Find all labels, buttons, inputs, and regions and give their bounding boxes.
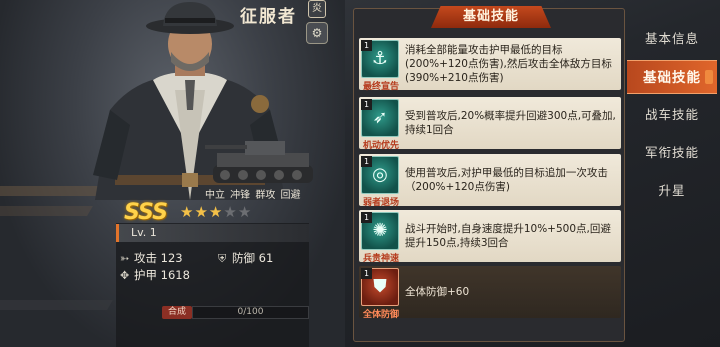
armor-value: 护甲 1618 xyxy=(134,268,190,282)
settings-gear-icon[interactable]: ⚙ xyxy=(306,22,328,44)
skill-level: 1 xyxy=(361,268,372,279)
tab-basic-skills[interactable]: 基础技能 xyxy=(627,60,717,94)
star-empty-icon: ★ xyxy=(237,203,253,221)
skill-panel-header: 基础技能 xyxy=(431,6,551,28)
skill-row[interactable]: ◎ 1 弱者退场 使用普攻后,对护甲最低的目标追加一次攻击（200%+120点伤… xyxy=(359,154,621,208)
attack-value: 攻击 123 xyxy=(134,251,183,265)
skill-name: 机动优先 xyxy=(362,141,399,151)
skill-row[interactable]: ➶ 1 机动优先 受到普攻后,20%概率提升回避300点,可叠加,持续1回合 xyxy=(359,97,621,151)
skill-level: 1 xyxy=(361,40,372,51)
merge-progress-bar: 0/100 xyxy=(192,306,309,319)
skill-row[interactable]: ⛊ 1 全体防御 全体防御+60 xyxy=(359,266,621,320)
skill-name: 兵贵神速 xyxy=(362,254,399,264)
skill-name: 全体防御 xyxy=(362,310,399,320)
skill-description: 全体防御+60 xyxy=(405,286,470,298)
decor-stripe xyxy=(0,206,93,216)
hero-title: 征服者 xyxy=(240,7,297,27)
hero-tags: 中立 冲锋 群攻 回避 xyxy=(205,190,301,201)
defense-icon: ⛨ xyxy=(218,252,227,265)
skill-name: 最终宣告 xyxy=(362,82,399,92)
tab-rank-skills[interactable]: 军衔技能 xyxy=(627,136,717,170)
merge-button[interactable]: 合成 xyxy=(162,306,192,319)
skill-level: 1 xyxy=(361,156,372,167)
skill-level: 1 xyxy=(361,99,372,110)
star-filled-icon: ★ xyxy=(208,203,224,221)
progress-text: 0/100 xyxy=(237,307,264,317)
attack-icon: ➳ xyxy=(120,252,130,265)
star-filled-icon: ★ xyxy=(180,203,195,221)
stat-defense: ⛨ 防御 61 xyxy=(218,250,273,266)
skill-name: 弱者退场 xyxy=(362,198,399,208)
stat-attack: ➳ 攻击 123 xyxy=(120,250,183,266)
character-area: 征服者 炎 ⚙ 中立 冲锋 群攻 回避 SSS ★★★★★ Lv. 1 ➳ 攻击 … xyxy=(0,0,345,347)
active-tab-marker xyxy=(705,70,713,84)
tab-basic-info[interactable]: 基本信息 xyxy=(627,22,717,56)
skill-description: 使用普攻后,对护甲最低的目标追加一次攻击（200%+120点伤害) xyxy=(405,167,608,193)
level-label: Lv. 1 xyxy=(131,226,157,239)
tab-star-upgrade[interactable]: 升星 xyxy=(627,174,717,208)
skill-description: 消耗全部能量攻击护甲最低的目标(200%+120点伤害),然后攻击全体敌方目标(… xyxy=(405,44,612,84)
skill-row[interactable]: ⚓ 1 最终宣告 消耗全部能量攻击护甲最低的目标(200%+120点伤害),然后… xyxy=(359,38,621,92)
star-empty-icon: ★ xyxy=(223,203,238,221)
skill-description: 战斗开始时,自身速度提升10%+500点,回避提升150点,持续3回合 xyxy=(405,223,611,249)
decor-stripe xyxy=(0,300,113,310)
star-rating: ★★★★★ xyxy=(180,203,252,221)
armor-icon: ✥ xyxy=(120,269,130,282)
rank-badge[interactable]: 炎 xyxy=(308,0,326,18)
grade-badge: SSS xyxy=(124,200,168,225)
skill-level: 1 xyxy=(361,212,372,223)
star-filled-icon: ★ xyxy=(194,203,209,221)
stat-armor: ✥ 护甲 1618 xyxy=(120,267,190,283)
tank-image xyxy=(205,141,313,183)
skill-row[interactable]: ✺ 1 兵贵神速 战斗开始时,自身速度提升10%+500点,回避提升150点,持… xyxy=(359,210,621,264)
tab-tank-skills[interactable]: 战车技能 xyxy=(627,98,717,132)
defense-value: 防御 61 xyxy=(232,251,274,265)
skill-description: 受到普攻后,20%概率提升回避300点,可叠加,持续1回合 xyxy=(405,110,616,136)
